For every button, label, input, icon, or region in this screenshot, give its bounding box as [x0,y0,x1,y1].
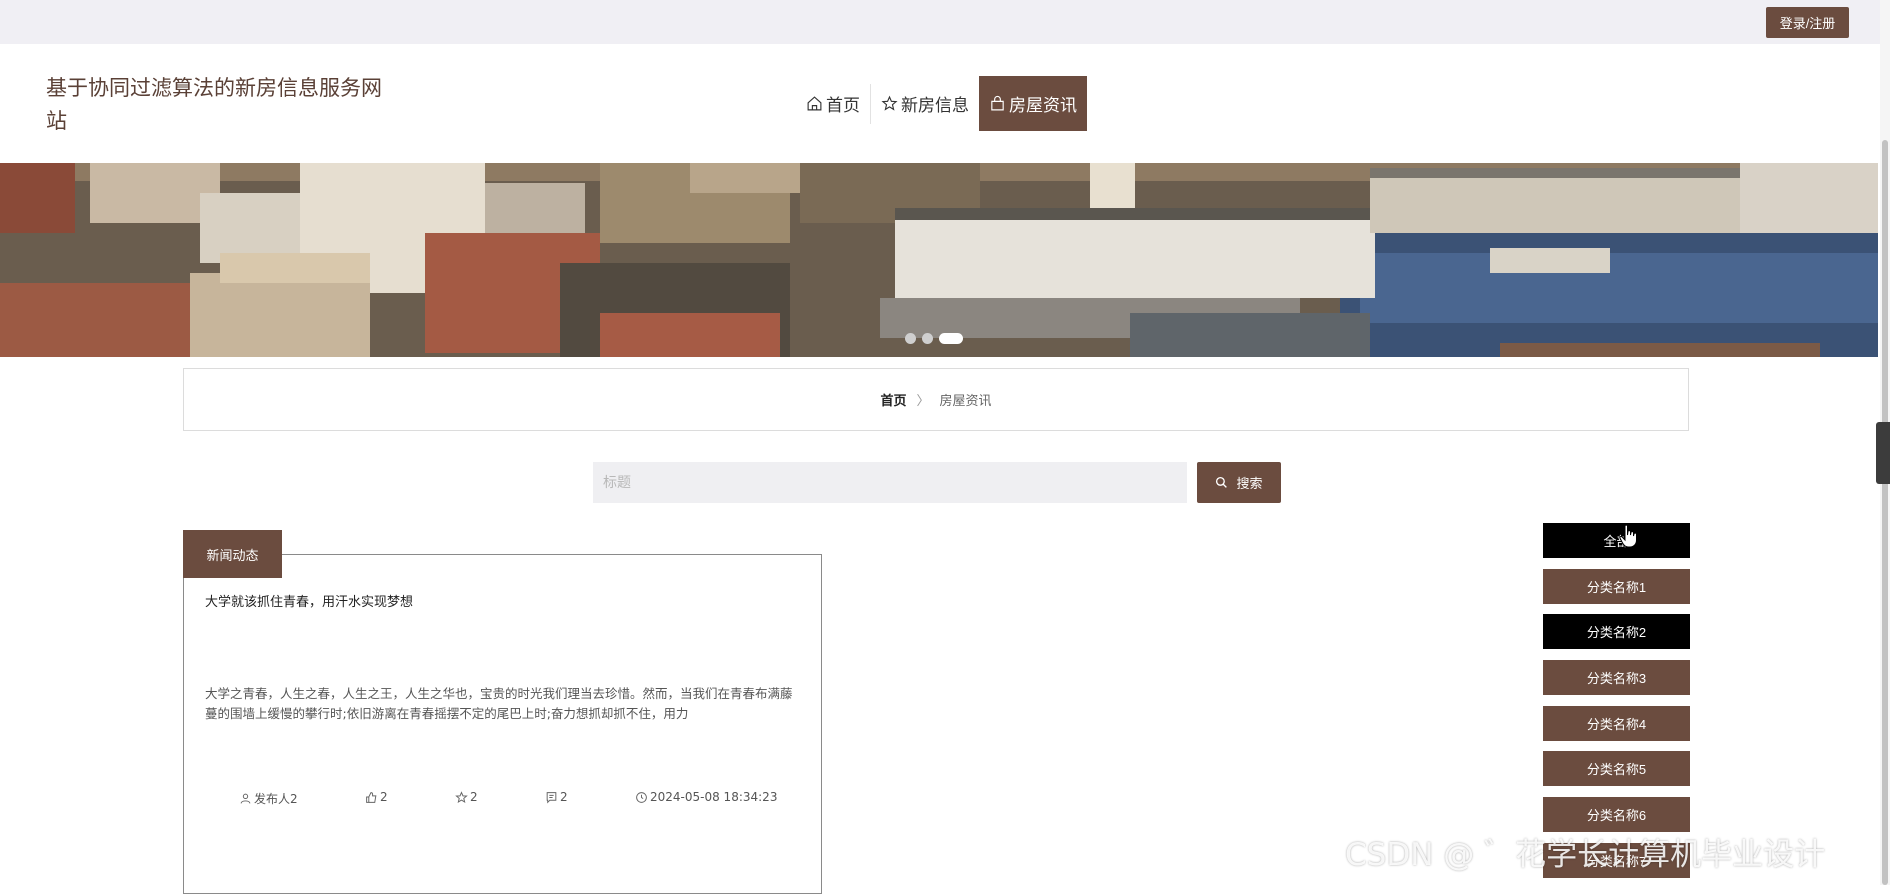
news-title[interactable]: 大学就该抓住青春，用汗水实现梦想 [205,591,413,610]
news-comments: 2 [545,790,568,804]
news-comments-count: 2 [560,790,568,804]
banner-carousel [0,163,1878,357]
carousel-dot[interactable] [905,333,916,344]
news-time-text: 2024-05-08 18:34:23 [650,790,778,804]
clock-icon [636,791,647,803]
category-button-2[interactable]: 分类名称2 [1543,614,1690,649]
news-favorites: 2 [455,790,478,804]
search-input[interactable] [593,462,1187,503]
main-nav: 首页 新房信息 房屋资讯 [796,76,1087,131]
news-author: 发布人2 [239,790,298,807]
category-button-3[interactable]: 分类名称3 [1543,660,1690,695]
scrollbar-thumb[interactable] [1882,140,1888,885]
nav-item-label: 首页 [826,96,860,116]
news-meta: 发布人2 2 2 2 2024-05-08 18:34:23 [184,790,821,810]
search-icon [1216,476,1228,488]
news-time: 2024-05-08 18:34:23 [635,790,777,804]
breadcrumb: 首页 〉 房屋资讯 [183,368,1689,431]
carousel-dot-active[interactable] [939,333,963,344]
category-button-1[interactable]: 分类名称1 [1543,569,1690,604]
nav-item-label: 房屋资讯 [1009,96,1077,116]
news-likes: 2 [365,790,388,804]
nav-item-new-houses[interactable]: 新房信息 [871,76,979,131]
news-author-text: 发布人2 [254,792,298,806]
breadcrumb-current: 房屋资讯 [939,394,992,409]
side-panel-toggle[interactable] [1876,422,1890,484]
news-card[interactable]: 大学就该抓住青春，用汗水实现梦想 大学之青春，人生之春，人生之王，人生之华也，宝… [183,554,822,894]
star-icon [881,95,898,111]
search-button-label: 搜索 [1236,476,1263,491]
news-section-tab[interactable]: 新闻动态 [183,530,282,578]
news-favorites-count: 2 [470,790,478,804]
city-skyline-image [0,163,1878,357]
carousel-dots [905,333,963,344]
bag-icon [991,95,1004,111]
breadcrumb-home-link[interactable]: 首页 [880,390,906,409]
nav-item-home[interactable]: 首页 [796,76,870,131]
home-icon [807,96,822,111]
comment-icon [546,791,557,804]
news-likes-count: 2 [380,790,388,804]
category-button-6[interactable]: 分类名称6 [1543,797,1690,832]
thumbs-up-icon [366,791,377,803]
login-register-button[interactable]: 登录/注册 [1766,7,1849,38]
nav-item-house-news[interactable]: 房屋资讯 [979,76,1087,131]
hand-cursor-icon [1619,524,1637,548]
top-bar [0,0,1890,44]
news-summary: 大学之青春，人生之春，人生之王，人生之华也，宝贵的时光我们理当去珍惜。然而，当我… [205,686,793,721]
category-button-5[interactable]: 分类名称5 [1543,751,1690,786]
category-all-button[interactable]: 全部 [1543,523,1690,558]
user-icon [240,793,251,804]
watermark: CSDN @ ゛花学长计算机毕业设计 [1345,837,1826,873]
star-icon [455,790,468,803]
breadcrumb-separator: 〉 [916,394,930,409]
category-button-4[interactable]: 分类名称4 [1543,706,1690,741]
nav-item-label: 新房信息 [901,96,969,116]
search-button[interactable]: 搜索 [1197,462,1281,503]
site-title: 基于协同过滤算法的新房信息服务网站 [46,76,382,133]
carousel-dot[interactable] [922,333,933,344]
